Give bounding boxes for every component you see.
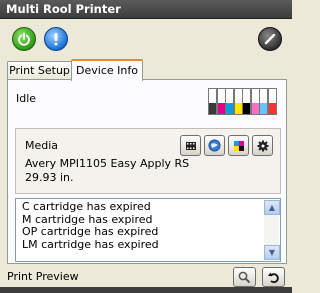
message-list: C cartridge has expired M cartridge has … <box>22 200 159 251</box>
media-film-button[interactable] <box>180 135 201 156</box>
print-preview-label: Print Preview <box>7 270 79 283</box>
preview-zoom-button[interactable] <box>233 267 256 287</box>
ink-level-fill <box>234 102 242 114</box>
scroll-down-button[interactable]: ▼ <box>264 245 280 260</box>
ink-level-fill <box>217 102 225 114</box>
message-item: C cartridge has expired <box>22 200 151 213</box>
magnifier-icon <box>238 271 251 283</box>
ink-level-fill <box>260 102 267 114</box>
power-button[interactable] <box>12 27 36 51</box>
color-swatch-icon <box>233 140 244 151</box>
title-bar: Multi Rool Printer <box>0 0 292 19</box>
media-globe-button[interactable] <box>204 135 225 156</box>
tab-print-setup[interactable]: Print Setup <box>7 61 72 79</box>
film-icon <box>185 141 196 150</box>
preview-area <box>0 287 292 293</box>
media-label: Media <box>25 139 59 152</box>
media-group: Media Avery MPI1105 Easy Apply RS 29.93 … <box>15 128 281 194</box>
preview-refresh-button[interactable] <box>262 267 285 287</box>
power-icon <box>18 32 30 46</box>
device-info-panel: Idle Media Avery MPI1105 Easy Apply RS 2… <box>7 79 287 264</box>
ink-level-fill <box>251 102 259 114</box>
ink-level-fill <box>243 102 250 114</box>
info-button[interactable] <box>44 27 68 51</box>
media-color-button[interactable] <box>228 135 249 156</box>
ink-level-fill <box>209 102 216 114</box>
scroll-up-button[interactable]: ▲ <box>264 200 280 215</box>
ink-level-bar <box>267 88 277 115</box>
undo-icon <box>268 272 279 283</box>
media-length: 29.93 in. <box>25 171 74 184</box>
edit-button[interactable] <box>258 27 282 51</box>
message-item: LM cartridge has expired <box>22 237 159 251</box>
message-item: OP cartridge has expired <box>22 225 159 238</box>
gear-icon <box>257 140 268 151</box>
ink-levels <box>208 88 278 115</box>
window-title: Multi Rool Printer <box>6 2 121 16</box>
printer-status: Idle <box>16 92 37 105</box>
pencil-icon <box>264 33 276 45</box>
globe-icon <box>208 139 221 152</box>
ink-level-fill <box>268 102 276 114</box>
media-settings-button[interactable] <box>252 135 273 156</box>
info-icon <box>54 33 58 46</box>
message-scrollbar[interactable]: ▲ ▼ <box>264 200 280 260</box>
media-name: Avery MPI1105 Easy Apply RS <box>25 157 190 170</box>
message-list-box[interactable]: C cartridge has expired M cartridge has … <box>15 198 281 262</box>
ink-level-fill <box>226 102 233 114</box>
tab-device-info[interactable]: Device Info <box>71 59 143 81</box>
